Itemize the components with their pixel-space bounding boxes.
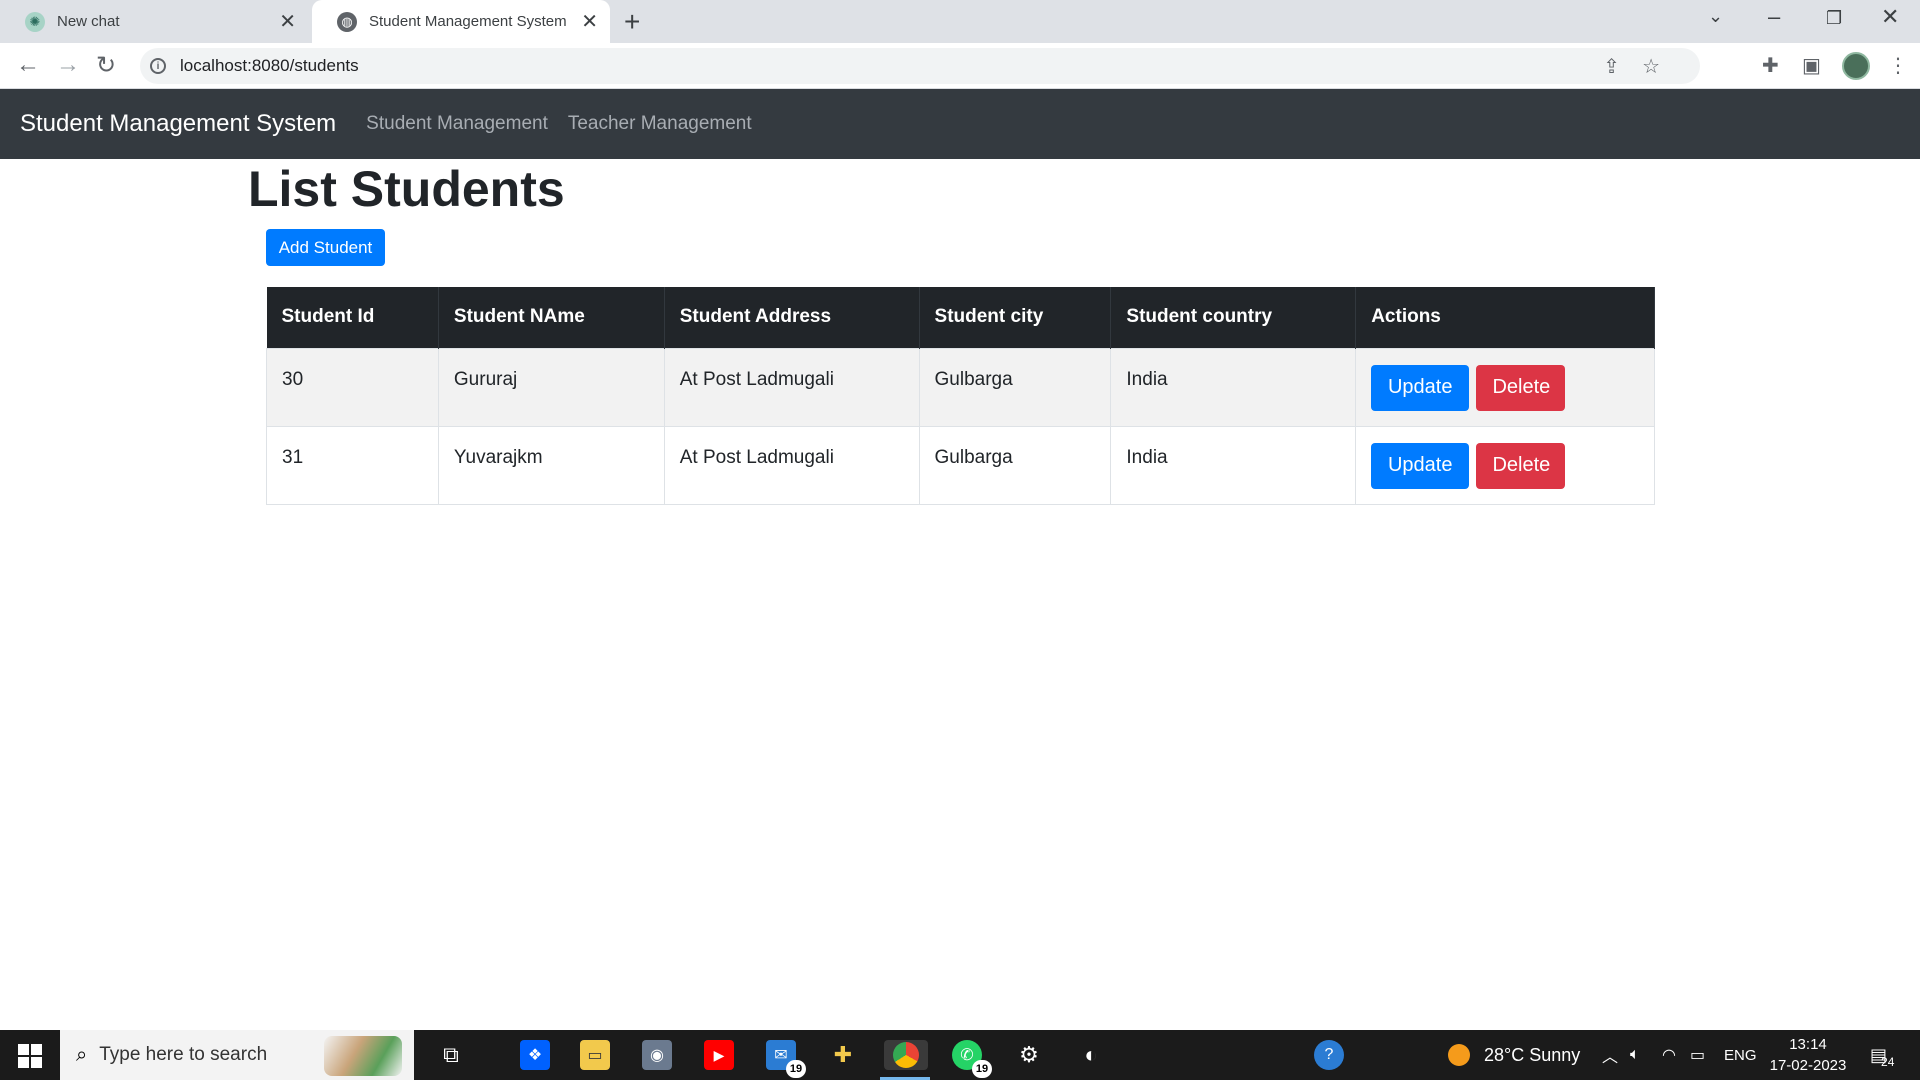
restore-icon[interactable]: ❐ bbox=[1826, 8, 1842, 29]
chrome-icon[interactable] bbox=[884, 1040, 928, 1070]
tab-search-icon[interactable]: ⌄ bbox=[1708, 6, 1723, 27]
update-button[interactable]: Update bbox=[1371, 364, 1470, 411]
delete-button[interactable]: Delete bbox=[1476, 364, 1566, 411]
forward-arrow-icon[interactable]: → bbox=[56, 51, 80, 79]
update-button[interactable]: Update bbox=[1371, 442, 1470, 489]
help-icon[interactable]: ? bbox=[1314, 1040, 1344, 1070]
weather-widget[interactable]: 28°C Sunny bbox=[1448, 1030, 1580, 1080]
cell-student-name: Yuvarajkm bbox=[437, 425, 665, 505]
camera-icon[interactable]: ◉ bbox=[642, 1040, 672, 1070]
sticky-app-icon[interactable]: ✚ bbox=[828, 1040, 858, 1070]
nav-link-student-management[interactable]: Student Management bbox=[366, 113, 548, 135]
url-text[interactable]: localhost:8080/students bbox=[180, 56, 359, 76]
file-explorer-icon[interactable]: ▭ bbox=[580, 1040, 610, 1070]
browser-tabstrip: ✺ New chat ✕ ◍ Student Management System… bbox=[0, 0, 1920, 43]
column-header: Student Id bbox=[266, 287, 439, 348]
cell-student-id: 31 bbox=[266, 425, 439, 505]
extensions-puzzle-icon[interactable]: ✚ bbox=[1762, 53, 1779, 78]
tab-title: Student Management System bbox=[369, 13, 567, 30]
battery-icon[interactable]: ▭ bbox=[1690, 1030, 1705, 1080]
page-title: List Students bbox=[248, 161, 565, 217]
address-bar[interactable]: i localhost:8080/students ⇪ ☆ bbox=[140, 48, 1700, 84]
whatsapp-icon[interactable]: ✆ 19 bbox=[952, 1040, 992, 1078]
cell-actions: Update Delete bbox=[1355, 347, 1655, 427]
column-header: Student city bbox=[919, 287, 1112, 348]
cell-student-city: Gulbarga bbox=[918, 347, 1112, 427]
task-view-icon[interactable]: ⧉ bbox=[436, 1040, 466, 1070]
clock-time: 13:14 bbox=[1789, 1036, 1827, 1053]
side-panel-icon[interactable]: ▣ bbox=[1802, 53, 1821, 78]
close-tab-icon[interactable]: ✕ bbox=[279, 9, 296, 34]
cell-student-city: Gulbarga bbox=[918, 425, 1112, 505]
column-header: Student Address bbox=[664, 287, 920, 348]
cell-student-id: 30 bbox=[266, 347, 439, 427]
mail-icon[interactable]: ✉ 19 bbox=[766, 1040, 806, 1078]
dropbox-icon[interactable]: ❖ bbox=[520, 1040, 550, 1070]
add-student-button[interactable]: Add Student bbox=[266, 229, 385, 266]
cell-student-address: At Post Ladmugali bbox=[663, 347, 920, 427]
column-header: Student NAme bbox=[438, 287, 665, 348]
notification-count: 24 bbox=[1881, 1055, 1895, 1069]
cell-student-country: India bbox=[1110, 347, 1357, 427]
app-navbar: Student Management System Student Manage… bbox=[0, 89, 1920, 159]
site-info-icon[interactable]: i bbox=[150, 58, 166, 74]
cell-student-name: Gururaj bbox=[437, 347, 665, 427]
mail-badge: 19 bbox=[786, 1060, 806, 1078]
students-table: Student Id Student NAme Student Address … bbox=[266, 287, 1655, 505]
volume-icon[interactable]: 🔈︎ bbox=[1630, 1030, 1640, 1080]
taskbar-clock[interactable]: 13:14 17-02-2023 bbox=[1768, 1034, 1848, 1076]
globe-icon: ◍ bbox=[337, 11, 357, 32]
show-hidden-icons-icon[interactable]: ︿ bbox=[1602, 1030, 1618, 1080]
weather-text: 28°C Sunny bbox=[1484, 1044, 1581, 1065]
minimize-icon[interactable]: – bbox=[1768, 4, 1780, 30]
column-header: Actions bbox=[1355, 287, 1655, 348]
profile-avatar[interactable] bbox=[1842, 52, 1870, 80]
window-close-icon[interactable]: ✕ bbox=[1881, 4, 1899, 30]
wifi-icon[interactable]: ◠ bbox=[1662, 1030, 1676, 1080]
nav-link-teacher-management[interactable]: Teacher Management bbox=[568, 113, 752, 135]
chrome-menu-icon[interactable]: ⋮ bbox=[1888, 53, 1908, 78]
taskbar-search-box[interactable]: ⌕ Type here to search bbox=[60, 1030, 414, 1080]
whatsapp-badge: 19 bbox=[972, 1060, 992, 1078]
search-highlight-image bbox=[324, 1036, 402, 1076]
cell-actions: Update Delete bbox=[1355, 425, 1655, 505]
cell-student-address: At Post Ladmugali bbox=[663, 425, 920, 505]
settings-gear-icon[interactable]: ⚙ bbox=[1014, 1040, 1044, 1070]
clock-date: 17-02-2023 bbox=[1769, 1057, 1847, 1074]
new-tab-icon[interactable]: + bbox=[624, 6, 640, 38]
table-header-row: Student Id Student NAme Student Address … bbox=[266, 287, 1655, 348]
reload-icon[interactable]: ↻ bbox=[96, 51, 116, 80]
table-row: 30 Gururaj At Post Ladmugali Gulbarga In… bbox=[266, 347, 1655, 427]
share-icon[interactable]: ⇪ bbox=[1603, 54, 1620, 79]
navbar-brand[interactable]: Student Management System bbox=[20, 110, 336, 138]
bookmark-star-icon[interactable]: ☆ bbox=[1642, 54, 1660, 79]
notifications-icon[interactable]: ▤ 24 bbox=[1870, 1030, 1894, 1080]
language-indicator[interactable]: ENG bbox=[1724, 1030, 1757, 1080]
cell-student-country: India bbox=[1110, 425, 1357, 505]
windows-start-icon[interactable] bbox=[18, 1044, 42, 1068]
tab-student-management[interactable]: ◍ Student Management System ✕ bbox=[312, 0, 610, 43]
column-header: Student country bbox=[1110, 287, 1357, 348]
table-row: 31 Yuvarajkm At Post Ladmugali Gulbarga … bbox=[266, 425, 1655, 505]
delete-button[interactable]: Delete bbox=[1476, 442, 1566, 489]
windows-taskbar: ⌕ Type here to search ⧉ ❖ ▭ ◉ ▶ ✉ 19 ✚ ✆ 1… bbox=[0, 1030, 1920, 1080]
search-placeholder[interactable]: Type here to search bbox=[99, 1044, 267, 1066]
github-icon[interactable]: ◐ bbox=[1076, 1040, 1106, 1070]
sun-icon bbox=[1448, 1044, 1470, 1066]
youtube-icon[interactable]: ▶ bbox=[704, 1040, 734, 1070]
chatgpt-icon: ✺ bbox=[25, 11, 45, 32]
tab-new-chat[interactable]: ✺ New chat ✕ bbox=[0, 0, 308, 43]
browser-toolbar: ← → ↻ i localhost:8080/students ⇪ ☆ ✚ ▣ … bbox=[0, 43, 1920, 89]
search-icon: ⌕ bbox=[76, 1043, 88, 1066]
tab-title: New chat bbox=[57, 13, 120, 30]
back-arrow-icon[interactable]: ← bbox=[16, 51, 40, 79]
close-tab-icon[interactable]: ✕ bbox=[581, 9, 598, 34]
